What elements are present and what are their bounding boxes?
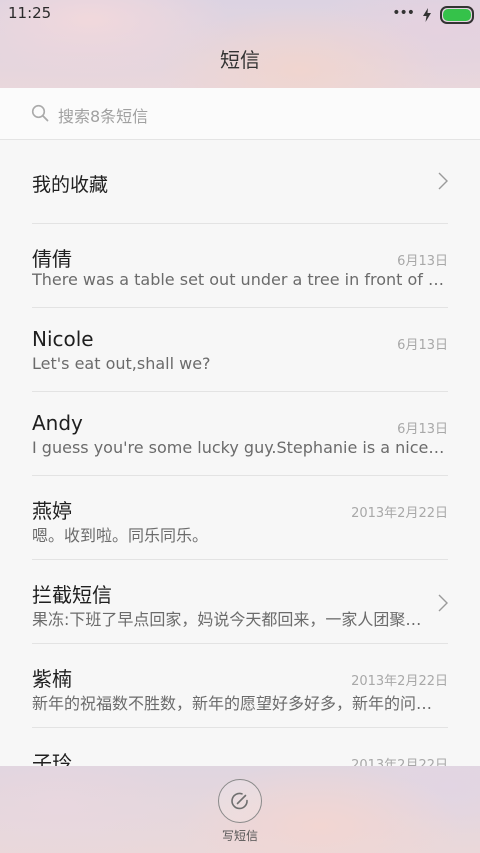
status-time: 11:25	[8, 4, 52, 22]
message-date: 6月13日	[397, 254, 448, 269]
charging-bolt-icon	[423, 8, 431, 22]
conversation-row[interactable]: 倩倩 6月13日 There was a table set out under…	[32, 224, 448, 308]
conversation-list: 我的收藏 倩倩 6月13日 There was a table set out …	[0, 140, 480, 812]
compose-icon	[231, 792, 248, 810]
signal-dots-icon: •••	[392, 5, 415, 21]
search-icon	[31, 104, 49, 122]
search-bar[interactable]: 搜索8条短信	[0, 88, 480, 140]
chevron-right-icon	[438, 594, 448, 612]
compose-label: 写短信	[221, 829, 258, 843]
message-snippet: 果冻:下班了早点回家，妈说今天都回来，一家人团聚过年吧	[32, 610, 432, 629]
message-snippet: 嗯。收到啦。同乐同乐。	[32, 526, 209, 545]
messages-screen: 11:25 ••• 短信 搜索8条短信 我的收藏 倩倩 6月13日 There …	[0, 0, 480, 853]
message-date: 6月13日	[397, 338, 448, 353]
contact-name: 燕婷	[32, 499, 72, 523]
blocked-messages-label: 拦截短信	[32, 583, 112, 607]
status-icons: •••	[392, 6, 474, 24]
battery-icon	[440, 6, 474, 24]
favorites-label: 我的收藏	[32, 174, 109, 196]
chevron-right-icon	[438, 172, 448, 190]
conversation-row[interactable]: 紫楠 2013年2月22日 新年的祝福数不胜数，新年的愿望好多好多，新年的问候千…	[32, 644, 448, 728]
message-snippet: I guess you're some lucky guy.Stephanie …	[32, 438, 448, 457]
message-snippet: 新年的祝福数不胜数，新年的愿望好多好多，新年的问候千千万万	[32, 694, 448, 713]
favorites-row[interactable]: 我的收藏	[32, 140, 448, 224]
page-title: 短信	[220, 48, 260, 72]
bottom-toolbar: 写短信	[0, 766, 480, 853]
conversation-row[interactable]: 燕婷 2013年2月22日 嗯。收到啦。同乐同乐。	[32, 476, 448, 560]
contact-name: Andy	[32, 411, 83, 435]
contact-name: 倩倩	[32, 247, 72, 271]
blocked-messages-row[interactable]: 拦截短信 果冻:下班了早点回家，妈说今天都回来，一家人团聚过年吧	[32, 560, 448, 644]
message-snippet: Let's eat out,shall we?	[32, 354, 211, 373]
contact-name: 紫楠	[32, 667, 72, 691]
message-snippet: There was a table set out under a tree i…	[32, 270, 448, 289]
message-date: 6月13日	[397, 422, 448, 437]
message-date: 2013年2月22日	[351, 506, 448, 521]
conversation-row[interactable]: Andy 6月13日 I guess you're some lucky guy…	[32, 392, 448, 476]
contact-name: Nicole	[32, 327, 94, 351]
compose-button[interactable]	[218, 779, 262, 823]
conversation-row[interactable]: Nicole 6月13日 Let's eat out,shall we?	[32, 308, 448, 392]
status-bar: 11:25 •••	[0, 0, 480, 28]
search-placeholder: 搜索8条短信	[58, 107, 149, 126]
message-date: 2013年2月22日	[351, 674, 448, 689]
battery-fill	[443, 9, 471, 21]
